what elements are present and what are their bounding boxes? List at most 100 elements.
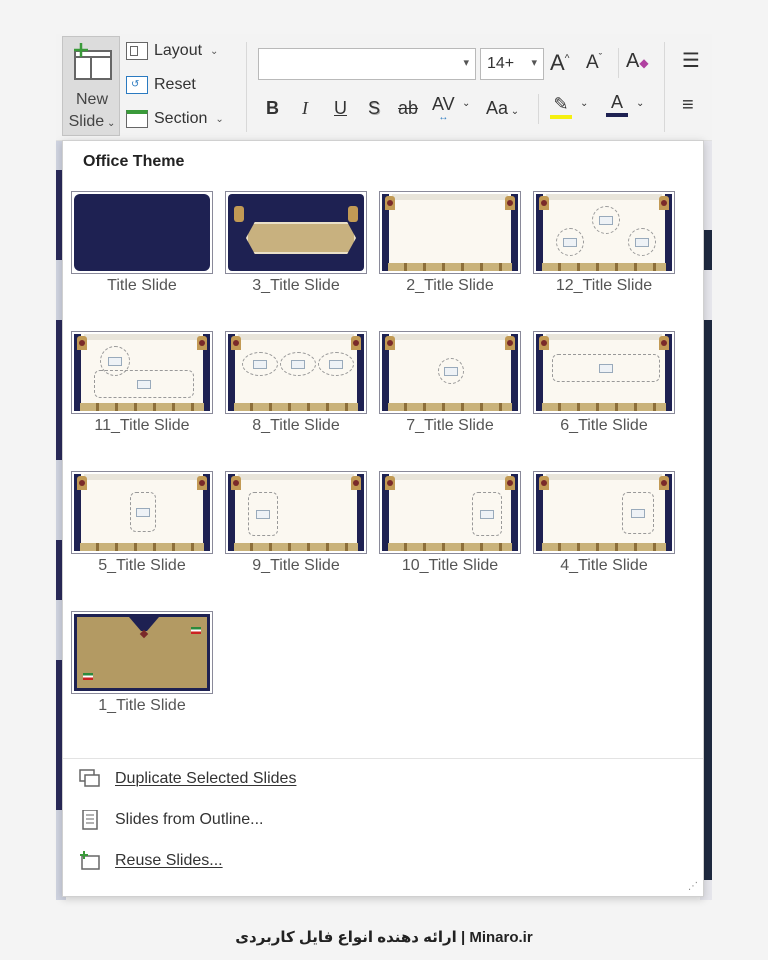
reset-icon: ↺ <box>126 76 148 94</box>
highlight-color-bar <box>550 115 572 119</box>
footer-separator: | <box>456 929 470 946</box>
new-slide-label-1: New <box>75 91 108 108</box>
section-label: Section <box>154 110 208 127</box>
font-name-combo[interactable]: ▾ <box>258 48 476 80</box>
clear-formatting-button[interactable]: A◆ <box>626 50 649 73</box>
layout-label: 11_Title Slide <box>94 417 190 434</box>
gallery-heading: Office Theme <box>83 153 185 170</box>
new-slide-gallery: Office Theme Title Slide 3_Title Slide 2… <box>62 140 704 897</box>
reuse-slides-item[interactable]: Reuse Slides... <box>79 851 223 871</box>
footer-caption: ارائه دهنده انواع فایل کاربردی | Minaro.… <box>0 928 768 946</box>
shadow-glyph: S <box>368 98 381 118</box>
footer-tagline: ارائه دهنده انواع فایل کاربردی <box>235 929 457 946</box>
underline-button[interactable]: U <box>334 98 347 119</box>
layout-button[interactable]: Layout ⌄ <box>126 42 218 60</box>
layout-thumbnail-7-title-slide[interactable] <box>379 331 521 414</box>
new-slide-label-2: Slide <box>68 113 105 130</box>
chevron-down-icon[interactable]: ⌄ <box>636 98 644 109</box>
layout-label: 3_Title Slide <box>252 277 340 294</box>
layout-thumbnail-title-slide[interactable] <box>71 191 213 274</box>
layout-label: 2_Title Slide <box>406 277 494 294</box>
font-color-bar <box>606 113 628 117</box>
shadow-button[interactable]: S <box>368 98 380 119</box>
layout-thumbnail-10-title-slide[interactable] <box>379 471 521 554</box>
layout-label: 4_Title Slide <box>560 557 648 574</box>
highlight-button[interactable]: ✎ <box>550 94 572 119</box>
layout-label: 10_Title Slide <box>401 557 499 574</box>
italic-button[interactable]: I <box>302 98 308 119</box>
chevron-down-icon: ⌄ <box>104 118 116 129</box>
chevron-down-icon[interactable]: ⌄ <box>580 98 588 109</box>
menu-divider <box>63 758 703 759</box>
chevron-down-icon[interactable]: ▾ <box>463 56 469 69</box>
font-color-glyph: A <box>610 92 623 112</box>
reuse-slides-label: Reuse Slides... <box>115 852 223 869</box>
layout-thumbnail-3-title-slide[interactable] <box>225 191 367 274</box>
layout-label: 5_Title Slide <box>98 557 186 574</box>
layout-thumbnail-5-title-slide[interactable] <box>71 471 213 554</box>
layout-label: 1_Title Slide <box>98 697 186 714</box>
chevron-down-icon: ⌄ <box>210 45 219 57</box>
reset-button[interactable]: ↺ Reset <box>126 76 196 94</box>
decrease-font-button[interactable]: Aˇ <box>586 52 602 74</box>
duplicate-slides-icon <box>79 769 100 787</box>
bold-glyph: B <box>266 98 279 118</box>
layout-label: Title Slide <box>107 277 177 294</box>
resize-grip-icon[interactable]: ⋰ <box>688 881 698 892</box>
strikethrough-button[interactable]: ab <box>398 98 418 119</box>
ribbon-divider <box>538 94 539 124</box>
ribbon-divider <box>618 48 619 78</box>
layout-thumbnail-11-title-slide[interactable] <box>71 331 213 414</box>
italic-glyph: I <box>302 98 308 118</box>
increase-font-glyph: A <box>550 50 565 75</box>
section-icon <box>126 110 148 128</box>
slides-from-outline-item[interactable]: Slides from Outline... <box>79 810 264 830</box>
strikethrough-glyph: ab <box>398 98 419 118</box>
slides-from-outline-label: Slides from Outline... <box>115 811 264 828</box>
bullets-button[interactable]: ☰ <box>682 48 700 73</box>
layout-thumbnail-1-title-slide[interactable] <box>71 611 213 694</box>
bullets-icon: ☰ <box>682 50 700 72</box>
font-color-button[interactable]: A <box>606 92 628 117</box>
layout-thumbnail-4-title-slide[interactable] <box>533 471 675 554</box>
layout-label: 8_Title Slide <box>252 417 340 434</box>
change-case-glyph: Aa <box>486 98 509 118</box>
layout-icon <box>126 42 148 60</box>
font-size-combo[interactable]: 14+ ▾ <box>480 48 544 80</box>
change-case-button[interactable]: Aa ⌄ <box>486 98 519 119</box>
increase-font-button[interactable]: A^ <box>550 50 569 76</box>
new-slide-button[interactable]: New Slide ⌄ <box>62 36 120 136</box>
section-button[interactable]: Section ⌄ <box>126 110 224 128</box>
bold-button[interactable]: B <box>266 98 279 119</box>
chevron-down-icon: ⌄ <box>215 113 224 125</box>
character-spacing-glyph: AV <box>432 94 455 114</box>
reuse-slides-icon <box>80 851 100 870</box>
align-left-button[interactable]: ≡ <box>682 94 694 117</box>
layout-label: Layout <box>154 42 203 59</box>
layout-label: 7_Title Slide <box>406 417 494 434</box>
layout-thumbnail-9-title-slide[interactable] <box>225 471 367 554</box>
layout-label: 9_Title Slide <box>252 557 340 574</box>
layout-thumbnail-2-title-slide[interactable] <box>379 191 521 274</box>
layout-thumbnail-8-title-slide[interactable] <box>225 331 367 414</box>
font-size-value: 14+ <box>487 55 515 72</box>
duplicate-selected-slides-label: Duplicate Selected Slides <box>115 770 297 787</box>
layout-thumbnail-12-title-slide[interactable] <box>533 191 675 274</box>
ribbon-divider <box>664 42 665 132</box>
new-slide-icon <box>74 43 112 80</box>
decrease-font-glyph: A <box>586 52 599 73</box>
arrows-icon: ↔ <box>438 112 449 123</box>
align-left-icon: ≡ <box>682 94 694 116</box>
chevron-down-icon[interactable]: ⌄ <box>462 98 470 109</box>
layout-label: 12_Title Slide <box>555 277 653 294</box>
outline-document-icon <box>82 810 98 830</box>
character-spacing-button[interactable]: AV ↔ <box>432 94 455 123</box>
layout-thumbnail-6-title-slide[interactable] <box>533 331 675 414</box>
chevron-down-icon: ⌄ <box>508 106 520 117</box>
reset-label: Reset <box>154 76 196 93</box>
chevron-down-icon[interactable]: ▾ <box>531 56 537 69</box>
ribbon-divider <box>246 42 247 132</box>
clear-formatting-icon: A◆ <box>626 50 649 72</box>
ribbon: New Slide ⌄ Layout ⌄ ↺ Reset Section ⌄ ▾ 1… <box>56 34 712 141</box>
duplicate-selected-slides-item[interactable]: Duplicate Selected Slides <box>79 769 296 789</box>
